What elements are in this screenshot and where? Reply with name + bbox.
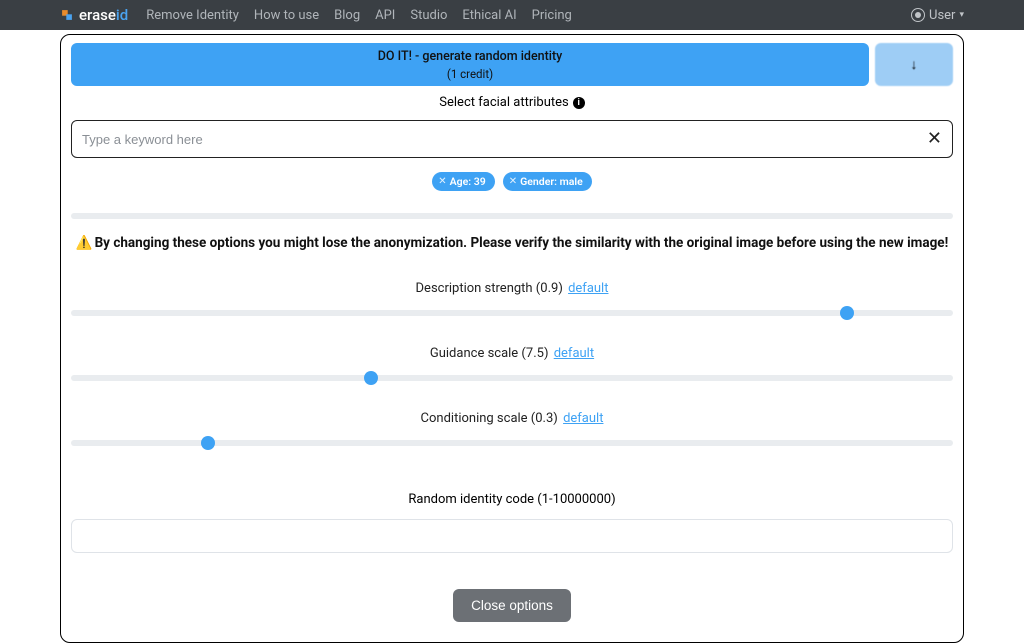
nav-remove-identity[interactable]: Remove Identity (146, 8, 239, 23)
options-panel: DO IT! - generate random identity (1 cre… (60, 34, 964, 643)
random-code-input[interactable] (71, 519, 953, 553)
chip-age[interactable]: ✕Age: 39 (432, 172, 495, 191)
user-label: User (929, 8, 955, 23)
guidance-scale-slider[interactable] (71, 375, 953, 381)
download-icon: ↓ (911, 56, 918, 73)
nav-ethical-ai[interactable]: Ethical AI (462, 8, 516, 23)
user-menu[interactable]: User ▾ (911, 8, 964, 23)
navbar: eraseid Remove Identity How to use Blog … (0, 0, 1024, 30)
slider-thumb[interactable] (840, 306, 854, 320)
clear-keyword-icon[interactable]: ✕ (927, 130, 942, 148)
random-code-label: Random identity code (1-10000000) (71, 492, 953, 507)
description-strength-block: Description strength (0.9) default (71, 281, 953, 316)
warning-text: ⚠️By changing these options you might lo… (71, 235, 953, 251)
caret-down-icon: ▾ (959, 10, 964, 20)
nav-blog[interactable]: Blog (334, 8, 360, 23)
slider-thumb[interactable] (364, 371, 378, 385)
info-icon[interactable]: i (573, 97, 585, 109)
download-button[interactable]: ↓ (875, 43, 953, 86)
nav-studio[interactable]: Studio (410, 8, 447, 23)
conditioning-scale-label: Conditioning scale (0.3) default (71, 411, 953, 426)
description-default-link[interactable]: default (568, 281, 608, 296)
nav-pricing[interactable]: Pricing (532, 8, 572, 23)
generate-title: DO IT! - generate random identity (71, 49, 869, 64)
slider-thumb[interactable] (201, 436, 215, 450)
nav-api[interactable]: API (375, 8, 395, 23)
brand-logo-icon (60, 8, 74, 22)
nav-links: Remove Identity How to use Blog API Stud… (146, 8, 911, 23)
keyword-input[interactable] (82, 132, 927, 147)
brand-text: eraseid (79, 6, 128, 24)
chips-row: ✕Age: 39 ✕Gender: male (71, 169, 953, 191)
description-strength-slider[interactable] (71, 310, 953, 316)
chip-gender[interactable]: ✕Gender: male (503, 172, 592, 191)
close-row: Close options (71, 589, 953, 622)
divider (71, 213, 953, 219)
guidance-scale-label: Guidance scale (7.5) default (71, 346, 953, 361)
nav-how-to-use[interactable]: How to use (254, 8, 319, 23)
conditioning-scale-block: Conditioning scale (0.3) default (71, 411, 953, 446)
close-options-button[interactable]: Close options (453, 589, 571, 622)
conditioning-scale-slider[interactable] (71, 440, 953, 446)
guidance-default-link[interactable]: default (554, 346, 594, 361)
guidance-scale-block: Guidance scale (7.5) default (71, 346, 953, 381)
generate-credit: (1 credit) (71, 67, 869, 81)
user-icon (911, 8, 925, 22)
chip-remove-icon[interactable]: ✕ (509, 176, 517, 187)
brand[interactable]: eraseid (60, 6, 128, 24)
warning-icon: ⚠️ (76, 235, 93, 251)
facial-attributes-label: Select facial attributes i (71, 95, 953, 110)
generate-row: DO IT! - generate random identity (1 cre… (71, 43, 953, 86)
description-strength-label: Description strength (0.9) default (71, 281, 953, 296)
chip-remove-icon[interactable]: ✕ (438, 176, 446, 187)
generate-button[interactable]: DO IT! - generate random identity (1 cre… (71, 43, 869, 86)
conditioning-default-link[interactable]: default (563, 411, 603, 426)
keyword-box[interactable]: ✕ (71, 120, 953, 158)
